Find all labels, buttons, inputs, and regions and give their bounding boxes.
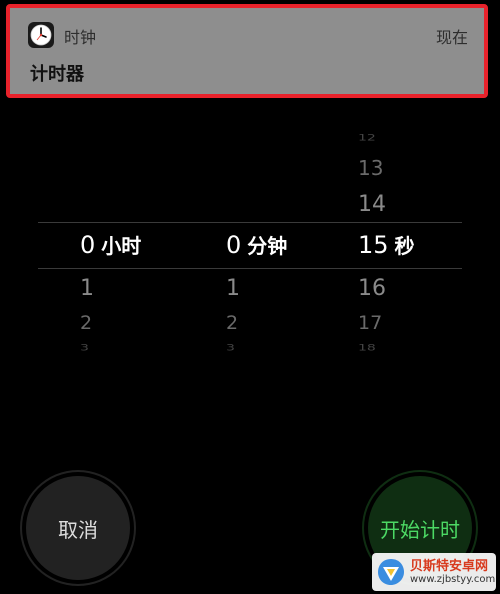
seconds-option[interactable]: 13 [358,156,498,180]
hours-unit: 小时 [101,234,142,258]
hours-wheel[interactable]: 0 小时 1 2 3 [80,100,220,390]
clock-icon [28,22,54,48]
site-watermark: 贝斯特安卓网 www.zjbstyy.com [372,553,496,591]
seconds-selected: 15 秒 [358,230,498,259]
minutes-unit: 分钟 [247,234,288,258]
notification-app-name: 时钟 [64,28,97,47]
minutes-value: 0 [226,231,242,259]
hours-option[interactable]: 3 [80,343,220,353]
seconds-option[interactable]: 18 [358,343,498,353]
minutes-wheel[interactable]: 0 分钟 1 2 3 [226,100,366,390]
minutes-option[interactable]: 1 [226,276,366,301]
seconds-option[interactable]: 16 [358,276,498,301]
watermark-logo-icon [378,559,404,585]
timer-screen: 时钟 现在 计时器 0 小时 1 2 3 0 分钟 1 2 3 12 13 14… [0,0,500,594]
hours-value: 0 [80,231,96,259]
seconds-unit: 秒 [394,234,415,258]
hours-selected: 0 小时 [80,230,220,259]
hours-option[interactable]: 1 [80,276,220,301]
hours-option[interactable]: 2 [80,312,220,334]
minutes-option[interactable]: 3 [226,343,366,353]
seconds-option[interactable]: 12 [358,133,498,143]
cancel-button[interactable]: 取消 [26,476,130,580]
seconds-value: 15 [358,231,389,259]
notification-banner[interactable]: 时钟 现在 计时器 [6,4,488,98]
seconds-option[interactable]: 14 [358,192,498,217]
seconds-wheel[interactable]: 12 13 14 15 秒 16 17 18 [358,100,498,390]
seconds-option[interactable]: 17 [358,312,498,334]
minutes-option[interactable]: 2 [226,312,366,334]
watermark-brand: 贝斯特安卓网 [410,559,489,574]
notification-time: 现在 [435,28,468,47]
watermark-url: www.zjbstyy.com [410,574,496,585]
minutes-selected: 0 分钟 [226,230,366,259]
notification-title: 计时器 [30,64,84,85]
timer-picker[interactable]: 0 小时 1 2 3 0 分钟 1 2 3 12 13 14 15 秒 16 17 1… [0,100,500,390]
